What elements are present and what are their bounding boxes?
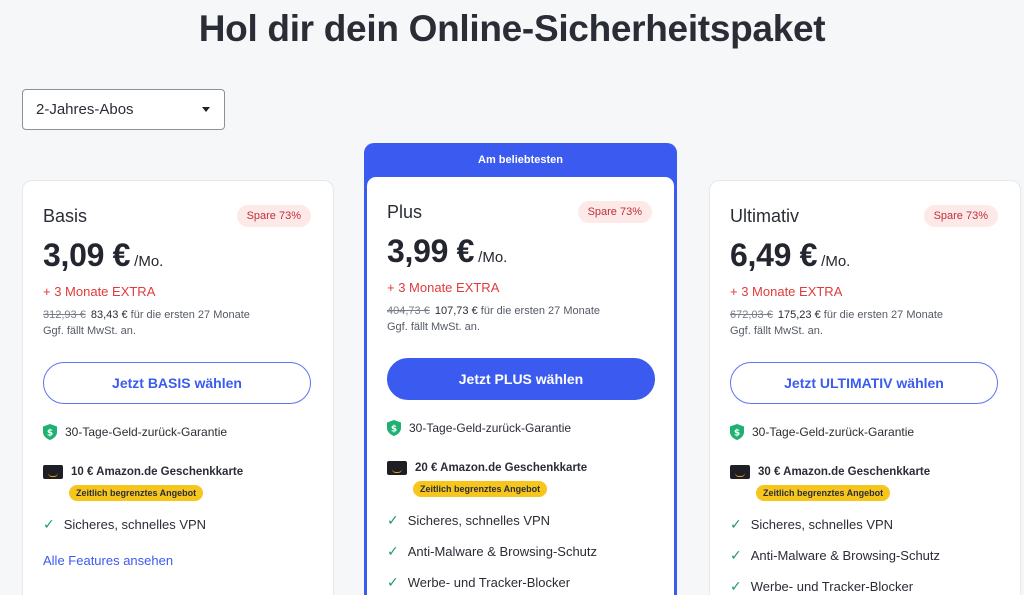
plan-card-plus-highlight: Am beliebtesten Plus Spare 73% 3,99 € /M…	[364, 143, 677, 595]
check-icon: ✓	[730, 578, 742, 594]
check-icon: ✓	[730, 516, 742, 532]
feature-item: ✓ Anti-Malware & Browsing-Schutz	[387, 543, 597, 560]
amazon-icon	[43, 465, 63, 479]
old-price: 312,93 €	[43, 309, 86, 321]
feature-item: ✓ Sicheres, schnelles VPN	[387, 512, 550, 529]
vat-note: Ggf. fällt MwSt. an.	[43, 325, 136, 337]
shield-dollar-icon: $	[387, 420, 401, 436]
feature-item: ✓ Werbe- und Tracker-Blocker	[387, 574, 570, 591]
limited-offer-badge: Zeitlich begrenztes Angebot	[413, 481, 548, 497]
subscription-term-select[interactable]: 2-Jahres-Abos	[22, 89, 225, 130]
choose-ultimativ-button[interactable]: Jetzt ULTIMATIV wählen	[730, 362, 998, 404]
plan-price: 6,49 € /Mo.	[730, 237, 850, 274]
all-features-link[interactable]: Alle Features ansehen	[43, 553, 173, 568]
period-text: für die ersten 27 Monate	[130, 309, 250, 321]
billing-line: 312,93 € 83,43 € für die ersten 27 Monat…	[43, 309, 250, 321]
price-unit: /Mo.	[821, 253, 851, 270]
plan-name: Ultimativ	[730, 206, 800, 226]
shield-dollar-icon: $	[43, 424, 57, 440]
guarantee-row: $ 30-Tage-Geld-zurück-Garantie	[43, 424, 227, 440]
choose-basis-button[interactable]: Jetzt BASIS wählen	[43, 362, 311, 404]
guarantee-text: 30-Tage-Geld-zurück-Garantie	[65, 425, 228, 439]
giftcard-text: 20 € Amazon.de Geschenkkarte	[415, 462, 588, 474]
price-value: 3,09 €	[43, 237, 131, 273]
old-price: 672,03 €	[730, 309, 773, 321]
check-icon: ✓	[387, 543, 399, 559]
period-text: für die ersten 27 Monate	[480, 305, 601, 317]
giftcard-text: 10 € Amazon.de Geschenkkarte	[71, 466, 244, 478]
amazon-icon	[387, 461, 407, 475]
giftcard-text: 30 € Amazon.de Geschenkkarte	[758, 466, 931, 478]
feature-text: Anti-Malware & Browsing-Schutz	[750, 548, 941, 563]
plan-name: Basis	[43, 206, 88, 226]
price-value: 6,49 €	[730, 237, 818, 273]
extra-months: + 3 Monate EXTRA	[730, 284, 843, 299]
limited-offer-badge: Zeitlich begrenztes Angebot	[756, 485, 891, 501]
guarantee-row: $ 30-Tage-Geld-zurück-Garantie	[730, 424, 914, 440]
check-icon: ✓	[387, 512, 399, 528]
price-unit: /Mo.	[134, 253, 164, 270]
feature-item: ✓ Sicheres, schnelles VPN	[43, 516, 206, 533]
feature-text: Werbe- und Tracker-Blocker	[750, 579, 914, 594]
amazon-icon	[730, 465, 750, 479]
vat-note: Ggf. fällt MwSt. an.	[387, 321, 480, 333]
feature-text: Werbe- und Tracker-Blocker	[407, 575, 571, 590]
svg-text:$: $	[47, 429, 53, 439]
subscription-term-value: 2-Jahres-Abos	[36, 101, 134, 118]
shield-dollar-icon: $	[730, 424, 744, 440]
plan-card-plus: Plus Spare 73% 3,99 € /Mo. + 3 Monate EX…	[367, 177, 674, 595]
feature-text: Anti-Malware & Browsing-Schutz	[407, 544, 598, 559]
giftcard-row: 30 € Amazon.de Geschenkkarte	[730, 465, 930, 479]
feature-text: Sicheres, schnelles VPN	[750, 517, 894, 532]
choose-plus-button[interactable]: Jetzt PLUS wählen	[387, 358, 655, 400]
most-popular-banner: Am beliebtesten	[478, 154, 563, 166]
plan-card-basis: Basis Spare 73% 3,09 € /Mo. + 3 Monate E…	[22, 180, 334, 595]
page-title: Hol dir dein Online-Sicherheitspaket	[198, 8, 826, 49]
guarantee-row: $ 30-Tage-Geld-zurück-Garantie	[387, 420, 571, 436]
check-icon: ✓	[730, 547, 742, 563]
svg-text:$: $	[734, 429, 740, 439]
guarantee-text: 30-Tage-Geld-zurück-Garantie	[409, 421, 572, 435]
guarantee-text: 30-Tage-Geld-zurück-Garantie	[752, 425, 915, 439]
limited-offer-badge: Zeitlich begrenztes Angebot	[69, 485, 204, 501]
caret-down-icon	[202, 107, 210, 112]
plan-name: Plus	[387, 202, 423, 222]
check-icon: ✓	[387, 574, 399, 590]
old-price: 404,73 €	[387, 305, 430, 317]
price-unit: /Mo.	[478, 249, 508, 266]
new-total: 107,73 €	[434, 305, 478, 317]
svg-text:$: $	[391, 425, 397, 435]
period-text: für die ersten 27 Monate	[823, 309, 944, 321]
billing-line: 672,03 € 175,23 € für die ersten 27 Mona…	[730, 309, 943, 321]
new-total: 175,23 €	[777, 309, 821, 321]
plan-card-ultimativ: Ultimativ Spare 73% 6,49 € /Mo. + 3 Mona…	[709, 180, 1021, 595]
giftcard-row: 20 € Amazon.de Geschenkkarte	[387, 461, 587, 475]
price-value: 3,99 €	[387, 233, 475, 269]
plan-price: 3,09 € /Mo.	[43, 237, 163, 274]
discount-badge: Spare 73%	[923, 205, 998, 227]
new-total: 83,43 €	[90, 309, 128, 321]
plan-price: 3,99 € /Mo.	[387, 233, 507, 270]
discount-badge: Spare 73%	[577, 201, 652, 223]
extra-months: + 3 Monate EXTRA	[387, 280, 500, 295]
feature-item: ✓ Werbe- und Tracker-Blocker	[730, 578, 913, 595]
feature-text: Sicheres, schnelles VPN	[63, 517, 207, 532]
check-icon: ✓	[43, 516, 55, 532]
vat-note: Ggf. fällt MwSt. an.	[730, 325, 823, 337]
extra-months: + 3 Monate EXTRA	[43, 284, 156, 299]
feature-item: ✓ Anti-Malware & Browsing-Schutz	[730, 547, 940, 564]
giftcard-row: 10 € Amazon.de Geschenkkarte	[43, 465, 243, 479]
billing-line: 404,73 € 107,73 € für die ersten 27 Mona…	[387, 305, 600, 317]
discount-badge: Spare 73%	[236, 205, 311, 227]
feature-item: ✓ Sicheres, schnelles VPN	[730, 516, 893, 533]
feature-text: Sicheres, schnelles VPN	[407, 513, 551, 528]
